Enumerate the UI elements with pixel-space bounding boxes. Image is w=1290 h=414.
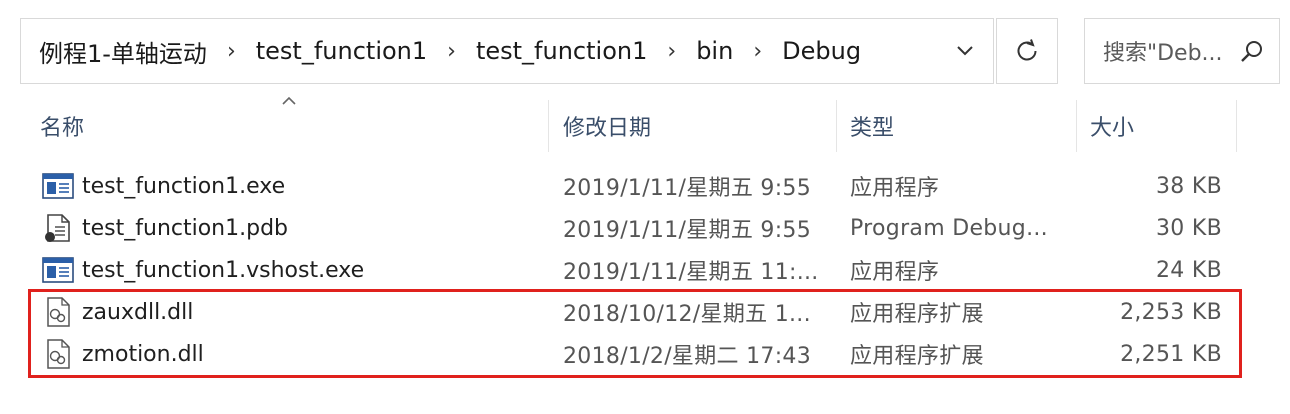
file-type: Program Debug... <box>850 215 1048 241</box>
column-divider[interactable] <box>1236 100 1237 152</box>
exe-icon <box>42 257 74 283</box>
refresh-icon <box>1017 39 1037 61</box>
address-bar[interactable]: 例程1-单轴运动 › test_function1 › test_functio… <box>20 18 994 84</box>
search-box[interactable]: 搜索"Deb... <box>1084 18 1280 84</box>
search-icon[interactable] <box>1239 39 1265 65</box>
dll-icon <box>47 297 70 327</box>
breadcrumb-separator-icon[interactable]: › <box>227 39 236 64</box>
column-header-row: 名称 修改日期 类型 大小 <box>0 100 1290 152</box>
file-size: 2,253 KB <box>1120 299 1222 325</box>
breadcrumb-separator-icon[interactable]: › <box>667 39 676 64</box>
column-header-name[interactable]: 名称 <box>40 100 84 152</box>
pdb-icon <box>45 214 70 242</box>
file-name: zauxdll.dll <box>82 299 194 325</box>
file-date: 2019/1/11/星期五 9:55 <box>563 176 812 201</box>
file-date: 2018/10/12/星期五 1... <box>563 302 811 327</box>
refresh-button[interactable] <box>996 18 1058 84</box>
file-date: 2018/1/2/星期二 17:43 <box>563 344 812 369</box>
column-divider[interactable] <box>548 100 549 152</box>
exe-icon <box>42 173 74 199</box>
file-name: test_function1.vshost.exe <box>82 257 365 283</box>
file-date: 2019/1/11/星期五 9:55 <box>563 218 812 243</box>
breadcrumb: 例程1-单轴运动 › test_function1 › test_functio… <box>39 34 861 69</box>
file-row[interactable]: zauxdll.dll 2018/10/12/星期五 1... 应用程序扩展 2… <box>0 291 1290 333</box>
file-type: 应用程序 <box>850 176 940 201</box>
breadcrumb-item[interactable]: 例程1-单轴运动 <box>39 34 207 69</box>
file-row[interactable]: test_function1.exe 2019/1/11/星期五 9:55 应用… <box>0 165 1290 207</box>
dll-icon <box>47 339 70 369</box>
file-size: 38 KB <box>1155 173 1222 199</box>
file-date: 2019/1/11/星期五 11:... <box>563 260 819 285</box>
breadcrumb-separator-icon[interactable]: › <box>753 39 762 64</box>
chevron-down-icon[interactable] <box>951 37 979 65</box>
file-row[interactable]: zmotion.dll 2018/1/2/星期二 17:43 应用程序扩展 2,… <box>0 333 1290 375</box>
column-divider[interactable] <box>836 100 837 152</box>
breadcrumb-item[interactable]: test_function1 <box>476 37 647 65</box>
file-size: 24 KB <box>1155 257 1222 283</box>
breadcrumb-item[interactable]: Debug <box>782 37 861 65</box>
file-row[interactable]: test_function1.pdb 2019/1/11/星期五 9:55 Pr… <box>0 207 1290 249</box>
column-header-size[interactable]: 大小 <box>1090 100 1134 152</box>
column-header-date[interactable]: 修改日期 <box>563 100 651 152</box>
file-size: 30 KB <box>1155 215 1222 241</box>
file-name: test_function1.exe <box>82 173 286 199</box>
file-type: 应用程序扩展 <box>850 302 984 327</box>
file-name: zmotion.dll <box>82 341 204 367</box>
column-divider[interactable] <box>1076 100 1077 152</box>
file-type: 应用程序扩展 <box>850 344 984 369</box>
breadcrumb-separator-icon[interactable]: › <box>447 39 456 64</box>
breadcrumb-item[interactable]: bin <box>696 37 733 65</box>
file-row[interactable]: test_function1.vshost.exe 2019/1/11/星期五 … <box>0 249 1290 291</box>
file-size: 2,251 KB <box>1120 341 1222 367</box>
column-header-type[interactable]: 类型 <box>850 100 894 152</box>
file-type: 应用程序 <box>850 260 940 285</box>
breadcrumb-item[interactable]: test_function1 <box>256 37 427 65</box>
search-placeholder: 搜索"Deb... <box>1103 41 1223 66</box>
file-name: test_function1.pdb <box>82 215 289 241</box>
